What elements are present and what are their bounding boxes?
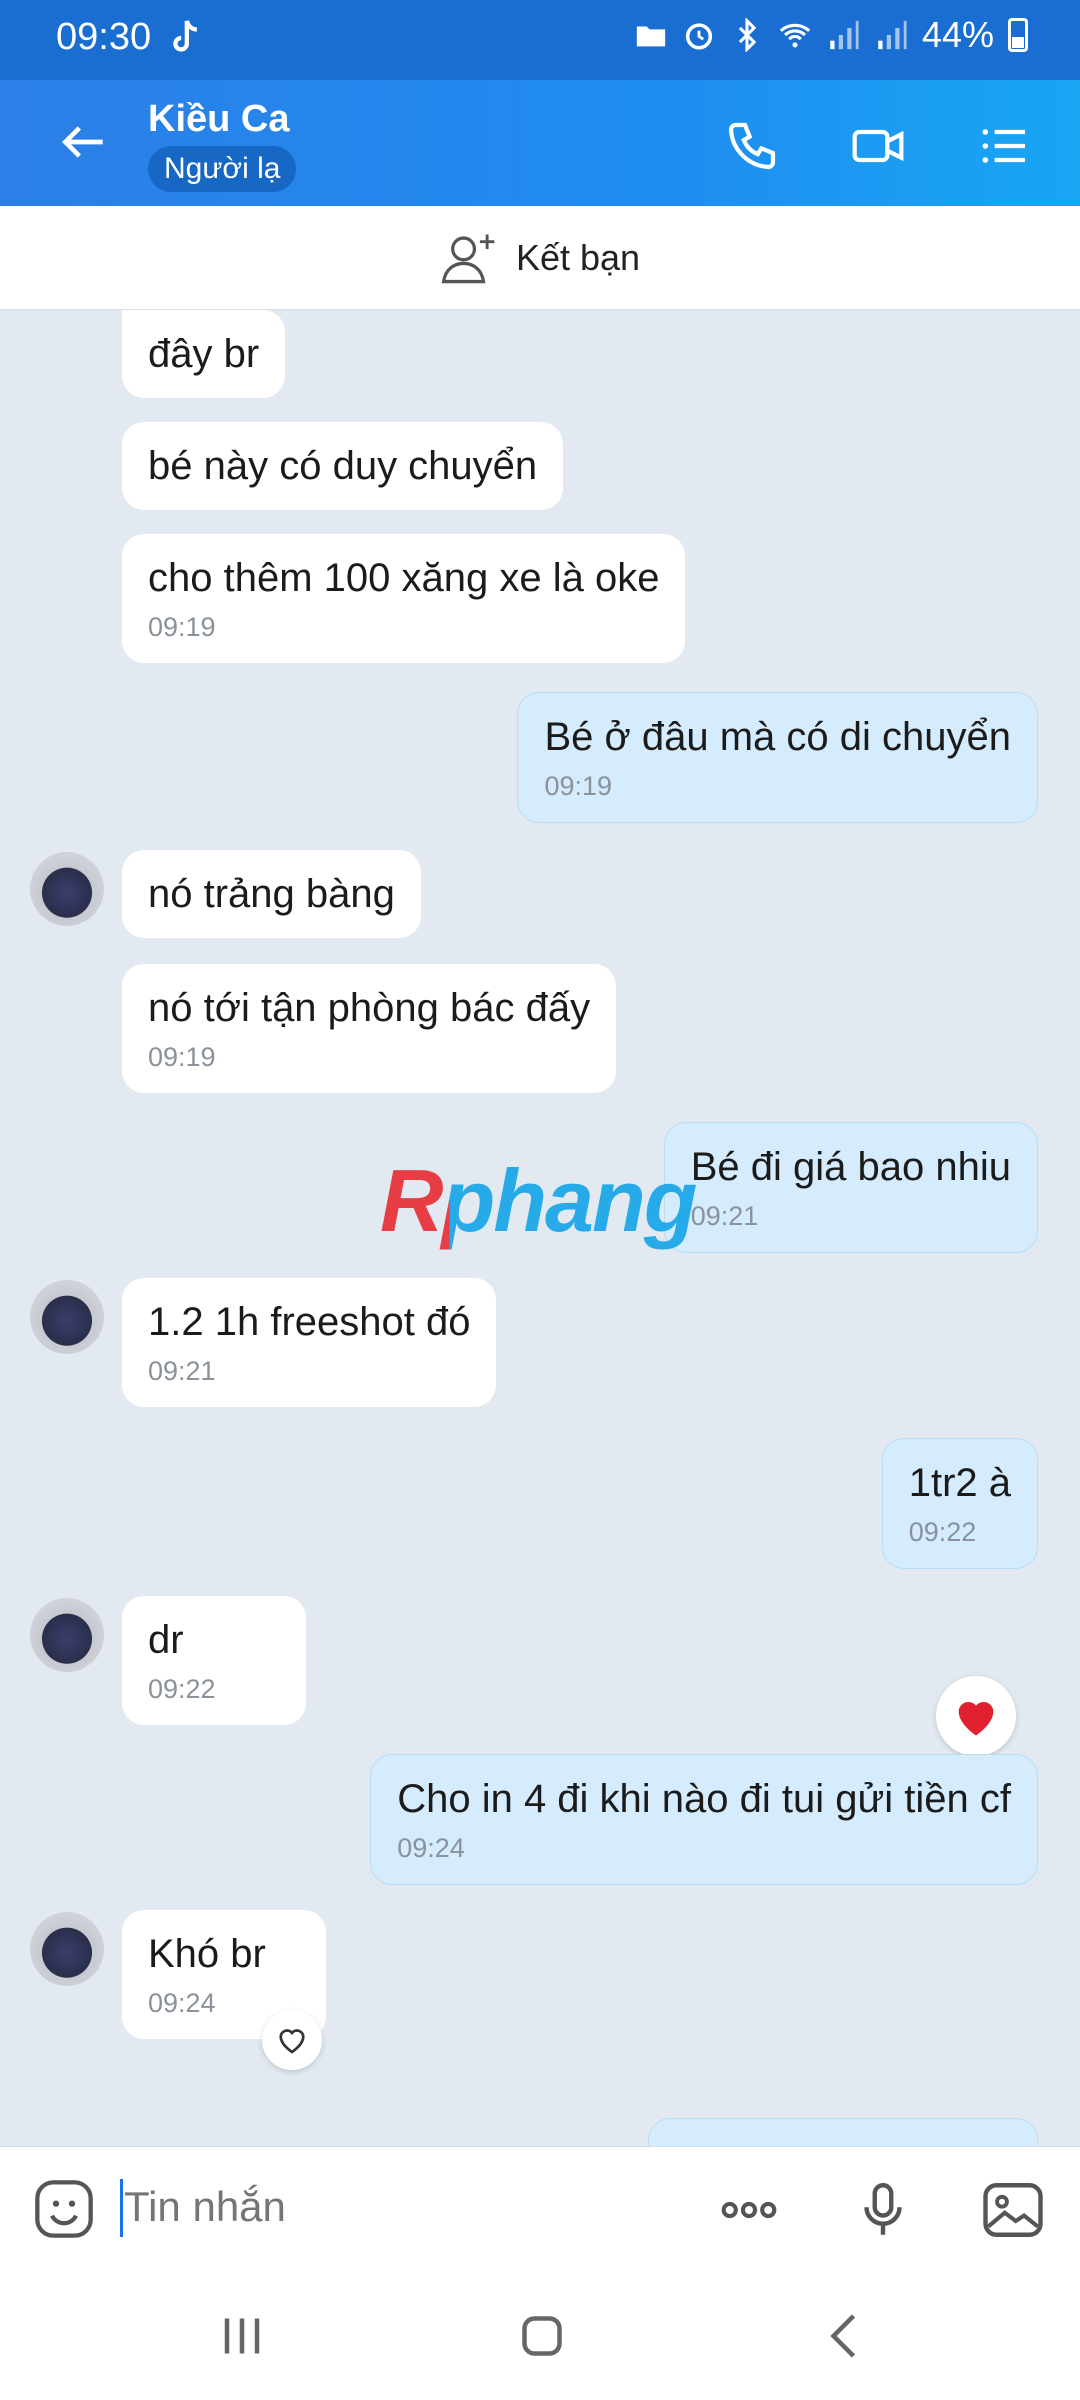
message-bubble-outgoing[interactable]: Bé đi giá bao nhiu 09:21 [663,1122,1038,1254]
back-arrow-icon[interactable] [56,114,112,170]
avatar[interactable] [30,852,104,926]
system-nav-bar [0,2270,1080,2400]
message-text: 1tr2 à [908,1461,1011,1505]
message-bubble-outgoing[interactable] [648,2118,1038,2146]
status-time: 09:30 [56,16,152,58]
recents-icon[interactable] [212,2306,272,2366]
message-time: 09:24 [148,1988,216,2018]
message-time: 09:21 [148,1356,216,1386]
tiktok-icon [173,20,198,52]
avatar[interactable] [30,1598,104,1672]
alarm-icon [685,23,713,50]
avatar[interactable] [30,1280,104,1354]
message-text: 1.2 1h freeshot đó [148,1300,471,1344]
message-time: 09:21 [690,1201,759,1231]
heart-outline-icon [279,2029,305,2054]
message-time: 09:24 [397,1833,465,1863]
message-text: Bé đi giá bao nhiu [690,1145,1011,1189]
phone-icon[interactable] [724,118,780,174]
video-call-icon[interactable] [850,118,906,174]
chat-header: Kiều Ca Người lạ [0,80,1080,206]
message-time: 09:22 [908,1517,977,1547]
message-text: đây br [148,332,260,376]
message-bubble-incoming[interactable]: nó tới tận phòng bác đấy 09:19 [122,964,617,1094]
signal-icon [830,20,859,50]
folder-icon [636,26,666,47]
message-input[interactable] [124,2177,644,2237]
message-time: 09:19 [544,771,613,801]
message-text: nó trảng bàng [148,872,395,916]
message-bubble-incoming[interactable]: cho thêm 100 xăng xe là oke 09:19 [122,534,686,664]
watermark: Rphang [380,1151,698,1250]
microphone-icon[interactable] [850,2177,916,2243]
message-time: 09:19 [148,1042,216,1072]
message-text: Bé ở đâu mà có di chuyển [544,715,1011,759]
message-list[interactable]: đây br bé này có duy chuyển cho thêm 100… [0,310,1080,2146]
avatar[interactable] [30,1912,104,1986]
battery-icon [1008,18,1028,52]
heart-icon [958,1701,994,1736]
add-friend-bar[interactable]: Kết bạn [0,206,1080,310]
status-bar: 09:30 44% [0,0,1080,80]
message-text: cho thêm 100 xăng xe là oke [148,556,660,600]
stranger-badge: Người lạ [148,146,297,192]
add-friend-label: Kết bạn [515,236,641,278]
message-bubble-incoming[interactable]: đây br [122,310,286,398]
status-icons: 44% [634,14,1028,56]
message-time: 09:19 [148,612,216,642]
message-time: 09:22 [148,1674,216,1704]
add-friend-icon [441,233,495,283]
react-button[interactable] [262,2010,322,2070]
message-bubble-incoming[interactable]: bé này có duy chuyển [122,422,564,510]
emoji-icon[interactable] [32,2177,96,2241]
message-bubble-outgoing[interactable]: Bé ở đâu mà có di chuyển 09:19 [517,692,1038,824]
menu-list-icon[interactable] [976,118,1032,174]
message-bubble-incoming[interactable]: nó trảng bàng [122,850,421,938]
heart-reaction[interactable] [936,1676,1016,1756]
message-bubble-incoming[interactable]: 1.2 1h freeshot đó 09:21 [122,1278,497,1408]
bluetooth-icon [738,18,757,52]
message-text: Khó br [148,1932,266,1976]
contact-name[interactable]: Kiều Ca [148,98,289,141]
message-bubble-outgoing[interactable]: Cho in 4 đi khi nào đi tui gửi tiền cf 0… [370,1754,1038,1886]
message-input-bar [0,2146,1080,2270]
message-text: nó tới tận phòng bác đấy [148,986,591,1030]
signal-icon [878,20,907,50]
image-icon[interactable] [980,2177,1046,2243]
message-bubble-outgoing[interactable]: 1tr2 à 09:22 [881,1438,1038,1570]
message-text: dr [148,1618,184,1662]
message-bubble-incoming[interactable]: dr 09:22 [122,1596,306,1726]
message-text: Cho in 4 đi khi nào đi tui gửi tiền cf [397,1777,1011,1821]
back-icon[interactable] [816,2306,876,2366]
message-text: bé này có duy chuyển [148,444,538,488]
battery-percent: 44% [921,14,994,55]
more-icon[interactable] [716,2177,782,2243]
wifi-icon [779,23,811,48]
home-icon[interactable] [512,2306,572,2366]
text-caret [120,2179,123,2237]
